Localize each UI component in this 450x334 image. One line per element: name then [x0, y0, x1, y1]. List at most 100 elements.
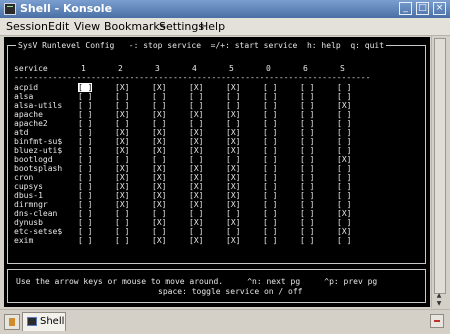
runlevel-toggle[interactable]: [ ]	[78, 173, 92, 182]
runlevel-toggle[interactable]: [ ]	[263, 110, 277, 119]
runlevel-toggle[interactable]: [X]	[115, 146, 129, 155]
runlevel-toggle[interactable]: [ ]	[226, 155, 240, 164]
runlevel-toggle[interactable]: [ ]	[226, 209, 240, 218]
runlevel-toggle[interactable]: [ ]	[263, 119, 277, 128]
runlevel-toggle[interactable]: [ ]	[300, 164, 314, 173]
runlevel-toggle[interactable]: [ ]	[300, 227, 314, 236]
runlevel-toggle[interactable]: [ ]	[263, 83, 277, 92]
scroll-up-icon[interactable]: ▲	[434, 292, 444, 299]
runlevel-toggle[interactable]: [ ]	[300, 173, 314, 182]
runlevel-toggle[interactable]: [ ]	[300, 119, 314, 128]
runlevel-toggle[interactable]: [X]	[189, 236, 203, 245]
runlevel-toggle[interactable]: [ ]	[337, 236, 351, 245]
title-bar[interactable]: Shell - Konsole _ □ ×	[0, 0, 450, 18]
runlevel-toggle[interactable]: [ ]	[78, 101, 92, 110]
runlevel-toggle[interactable]: [X]	[115, 191, 129, 200]
runlevel-toggle[interactable]: [ ]	[115, 101, 129, 110]
runlevel-toggle[interactable]: [X]	[226, 110, 240, 119]
runlevel-toggle[interactable]: [ ]	[189, 101, 203, 110]
runlevel-toggle[interactable]: [ ]	[337, 200, 351, 209]
runlevel-toggle[interactable]: [X]	[226, 137, 240, 146]
runlevel-toggle[interactable]: [X]	[152, 146, 166, 155]
runlevel-toggle[interactable]: [ ]	[263, 182, 277, 191]
runlevel-toggle[interactable]: [ ]	[337, 83, 351, 92]
runlevel-toggle[interactable]: [ ]	[115, 209, 129, 218]
runlevel-toggle[interactable]: [X]	[152, 164, 166, 173]
runlevel-toggle[interactable]: [ ]	[337, 182, 351, 191]
runlevel-toggle[interactable]: [ ]	[189, 209, 203, 218]
runlevel-toggle[interactable]: [ ]	[263, 218, 277, 227]
runlevel-toggle[interactable]: [ ]	[263, 137, 277, 146]
minimize-icon[interactable]: _	[399, 2, 412, 15]
runlevel-toggle[interactable]: [ ]	[263, 191, 277, 200]
runlevel-toggle[interactable]: [X]	[337, 101, 351, 110]
runlevel-toggle[interactable]: [X]	[115, 182, 129, 191]
runlevel-toggle[interactable]: [ ]	[189, 155, 203, 164]
runlevel-toggle[interactable]: [ ]	[115, 155, 129, 164]
runlevel-toggle[interactable]: [ ]	[78, 92, 92, 101]
runlevel-toggle[interactable]: [X]	[226, 146, 240, 155]
menu-help[interactable]: Help	[200, 20, 225, 33]
runlevel-toggle[interactable]: [ ]	[300, 146, 314, 155]
runlevel-toggle[interactable]: [ ]	[300, 128, 314, 137]
runlevel-toggle[interactable]: [ ]	[300, 155, 314, 164]
runlevel-toggle[interactable]: [X]	[189, 218, 203, 227]
runlevel-toggle[interactable]: [ ]	[263, 146, 277, 155]
runlevel-toggle[interactable]: [ ]	[263, 200, 277, 209]
runlevel-toggle[interactable]: [ ]	[337, 128, 351, 137]
runlevel-toggle[interactable]: [ ]	[300, 83, 314, 92]
close-tab-icon[interactable]	[430, 314, 444, 328]
runlevel-toggle[interactable]: [X]	[337, 155, 351, 164]
runlevel-toggle[interactable]: [ ]	[263, 92, 277, 101]
runlevel-toggle[interactable]: [X]	[115, 110, 129, 119]
scrollbar-thumb[interactable]	[434, 38, 446, 294]
runlevel-toggle[interactable]: [ ]	[152, 101, 166, 110]
runlevel-toggle[interactable]: [ ]	[337, 218, 351, 227]
runlevel-toggle[interactable]: [ ]	[189, 92, 203, 101]
runlevel-toggle[interactable]: [ ]	[78, 164, 92, 173]
runlevel-toggle[interactable]: [X]	[337, 227, 351, 236]
runlevel-toggle[interactable]: [ ]	[263, 155, 277, 164]
runlevel-toggle[interactable]: [X]	[226, 173, 240, 182]
runlevel-toggle[interactable]: [ ]	[337, 119, 351, 128]
runlevel-toggle[interactable]: [ ]	[300, 110, 314, 119]
scroll-down-icon[interactable]: ▼	[434, 300, 444, 307]
runlevel-toggle[interactable]: [X]	[189, 137, 203, 146]
runlevel-toggle[interactable]: [ ]	[300, 209, 314, 218]
runlevel-toggle[interactable]: [X]	[115, 83, 129, 92]
runlevel-toggle[interactable]: [ ]	[78, 218, 92, 227]
runlevel-toggle[interactable]: [ ]	[115, 119, 129, 128]
runlevel-toggle[interactable]: [ ]	[337, 92, 351, 101]
runlevel-toggle[interactable]: [X]	[189, 182, 203, 191]
runlevel-toggle[interactable]: [X]	[189, 191, 203, 200]
runlevel-toggle[interactable]: [X]	[152, 110, 166, 119]
vertical-scrollbar[interactable]: ▲ ▼	[431, 36, 447, 308]
konsole-app-icon[interactable]	[4, 3, 16, 15]
runlevel-toggle[interactable]: [X]	[226, 164, 240, 173]
runlevel-toggle[interactable]: [ ]	[263, 209, 277, 218]
runlevel-toggle[interactable]: [X]	[226, 200, 240, 209]
runlevel-toggle[interactable]: [X]	[226, 182, 240, 191]
close-icon[interactable]: ×	[433, 2, 446, 15]
runlevel-toggle[interactable]: [X]	[152, 200, 166, 209]
runlevel-toggle[interactable]: [ ]	[226, 101, 240, 110]
menu-bookmarks[interactable]: Bookmarks	[104, 20, 165, 33]
runlevel-toggle[interactable]: [ ]	[300, 92, 314, 101]
runlevel-toggle[interactable]: [X]	[152, 83, 166, 92]
runlevel-toggle[interactable]: [ ]	[226, 119, 240, 128]
runlevel-toggle[interactable]: [ ]	[115, 227, 129, 236]
runlevel-toggle[interactable]: [ ]	[263, 164, 277, 173]
runlevel-toggle[interactable]: [ ]	[78, 128, 92, 137]
runlevel-toggle[interactable]: [ ]	[152, 155, 166, 164]
runlevel-toggle[interactable]: [ ]	[189, 227, 203, 236]
runlevel-toggle[interactable]: [X]	[226, 191, 240, 200]
runlevel-toggle[interactable]: [X]	[115, 164, 129, 173]
runlevel-toggle[interactable]: [ ]	[152, 227, 166, 236]
runlevel-toggle[interactable]: [ ]	[226, 227, 240, 236]
runlevel-toggle[interactable]: [X]	[152, 128, 166, 137]
runlevel-toggle[interactable]: [ ]	[78, 182, 92, 191]
runlevel-toggle[interactable]: [ ]	[115, 218, 129, 227]
runlevel-toggle[interactable]: [X]	[226, 128, 240, 137]
runlevel-toggle[interactable]: [X]	[189, 173, 203, 182]
runlevel-toggle[interactable]: [X]	[115, 137, 129, 146]
